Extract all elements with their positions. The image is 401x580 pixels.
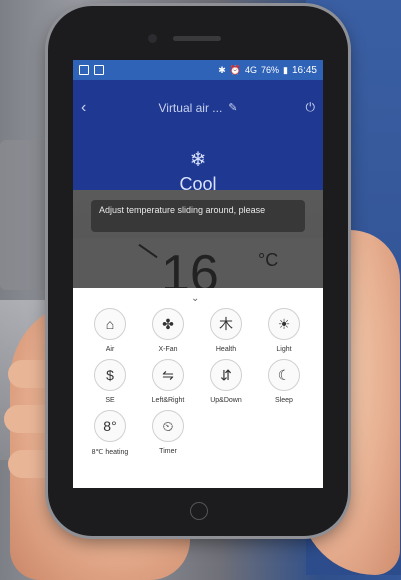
- function-sleep[interactable]: ☾ Sleep: [255, 359, 313, 404]
- snowflake-icon: ❄: [189, 149, 207, 171]
- eight-degree-icon: 8°: [94, 410, 126, 442]
- battery-icon: ▮: [283, 64, 288, 75]
- function-label: SE: [105, 397, 115, 404]
- swing-horizontal-icon: ⇋: [152, 359, 184, 391]
- battery-percent: 76%: [261, 65, 280, 75]
- function-x-fan[interactable]: ✤ X-Fan: [139, 308, 197, 353]
- phone-speaker: [173, 36, 221, 41]
- function-left-right[interactable]: ⇋ Left&Right: [139, 359, 197, 404]
- phone-device: ✱ ⏰ 4G 76% ▮ 16:45 ‹ Virtual air ... ✎ ⏻…: [48, 6, 348, 536]
- function-label: Sleep: [275, 397, 293, 404]
- function-8c-heating[interactable]: 8° 8℃ heating: [81, 410, 139, 456]
- function-label: Up&Down: [210, 397, 242, 404]
- pencil-icon[interactable]: ✎: [228, 101, 237, 114]
- function-label: 8℃ heating: [91, 449, 129, 456]
- pointer-icon: [138, 243, 158, 259]
- temperature-unit: °C: [258, 250, 279, 270]
- clock-icon: ⏲: [152, 410, 184, 442]
- bluetooth-icon: ✱: [218, 64, 226, 75]
- back-arrow-icon[interactable]: ‹: [81, 99, 99, 117]
- function-grid: ⌂ Air ✤ X-Fan ⽊ Health ☀ Light $ SE ⇋ Le…: [81, 308, 315, 456]
- signal-label: 4G: [244, 65, 257, 75]
- dollar-icon: $: [94, 359, 126, 391]
- function-se[interactable]: $ SE: [81, 359, 139, 404]
- function-air[interactable]: ⌂ Air: [81, 308, 139, 353]
- function-label: Light: [276, 346, 292, 353]
- app-header: ‹ Virtual air ... ✎ ⏻: [73, 80, 323, 135]
- tree-icon: ⽊: [210, 308, 242, 340]
- function-up-down[interactable]: ⇵ Up&Down: [197, 359, 255, 404]
- device-title: Virtual air ...: [158, 100, 223, 115]
- status-time: 16:45: [291, 64, 317, 76]
- chevron-down-icon[interactable]: ⌄: [191, 293, 199, 304]
- notification-icon: [94, 65, 104, 75]
- function-label: Health: [215, 346, 237, 353]
- notification-icon: [79, 65, 89, 75]
- mode-label: Cool: [179, 174, 217, 194]
- home-button[interactable]: [190, 502, 208, 520]
- control-hero: ‹ Virtual air ... ✎ ⏻ ❄ Cool Adjust temp…: [73, 80, 323, 308]
- toast-message: Adjust temperature sliding around, pleas…: [91, 200, 305, 232]
- power-icon[interactable]: ⏻: [297, 100, 316, 115]
- status-bar: ✱ ⏰ 4G 76% ▮ 16:45: [73, 60, 323, 80]
- function-panel: ⌄ ⌂ Air ✤ X-Fan ⽊ Health ☀ Light $ SE ⇋ …: [73, 288, 323, 488]
- function-label: X-Fan: [158, 346, 178, 353]
- function-light[interactable]: ☀ Light: [255, 308, 313, 353]
- fan-icon: ✤: [152, 308, 184, 340]
- swing-vertical-icon: ⇵: [210, 359, 242, 391]
- phone-screen: ✱ ⏰ 4G 76% ▮ 16:45 ‹ Virtual air ... ✎ ⏻…: [73, 60, 323, 488]
- function-label: Air: [105, 346, 115, 353]
- front-camera: [148, 34, 157, 43]
- function-timer[interactable]: ⏲ Timer: [139, 410, 197, 456]
- mode-display[interactable]: ❄ Cool: [73, 135, 323, 194]
- moon-icon: ☾: [268, 359, 300, 391]
- function-label: Left&Right: [151, 397, 185, 404]
- function-label: Timer: [159, 448, 177, 455]
- alarm-icon: ⏰: [229, 64, 241, 75]
- bulb-icon: ☀: [268, 308, 300, 340]
- function-health[interactable]: ⽊ Health: [197, 308, 255, 353]
- house-icon: ⌂: [94, 308, 126, 340]
